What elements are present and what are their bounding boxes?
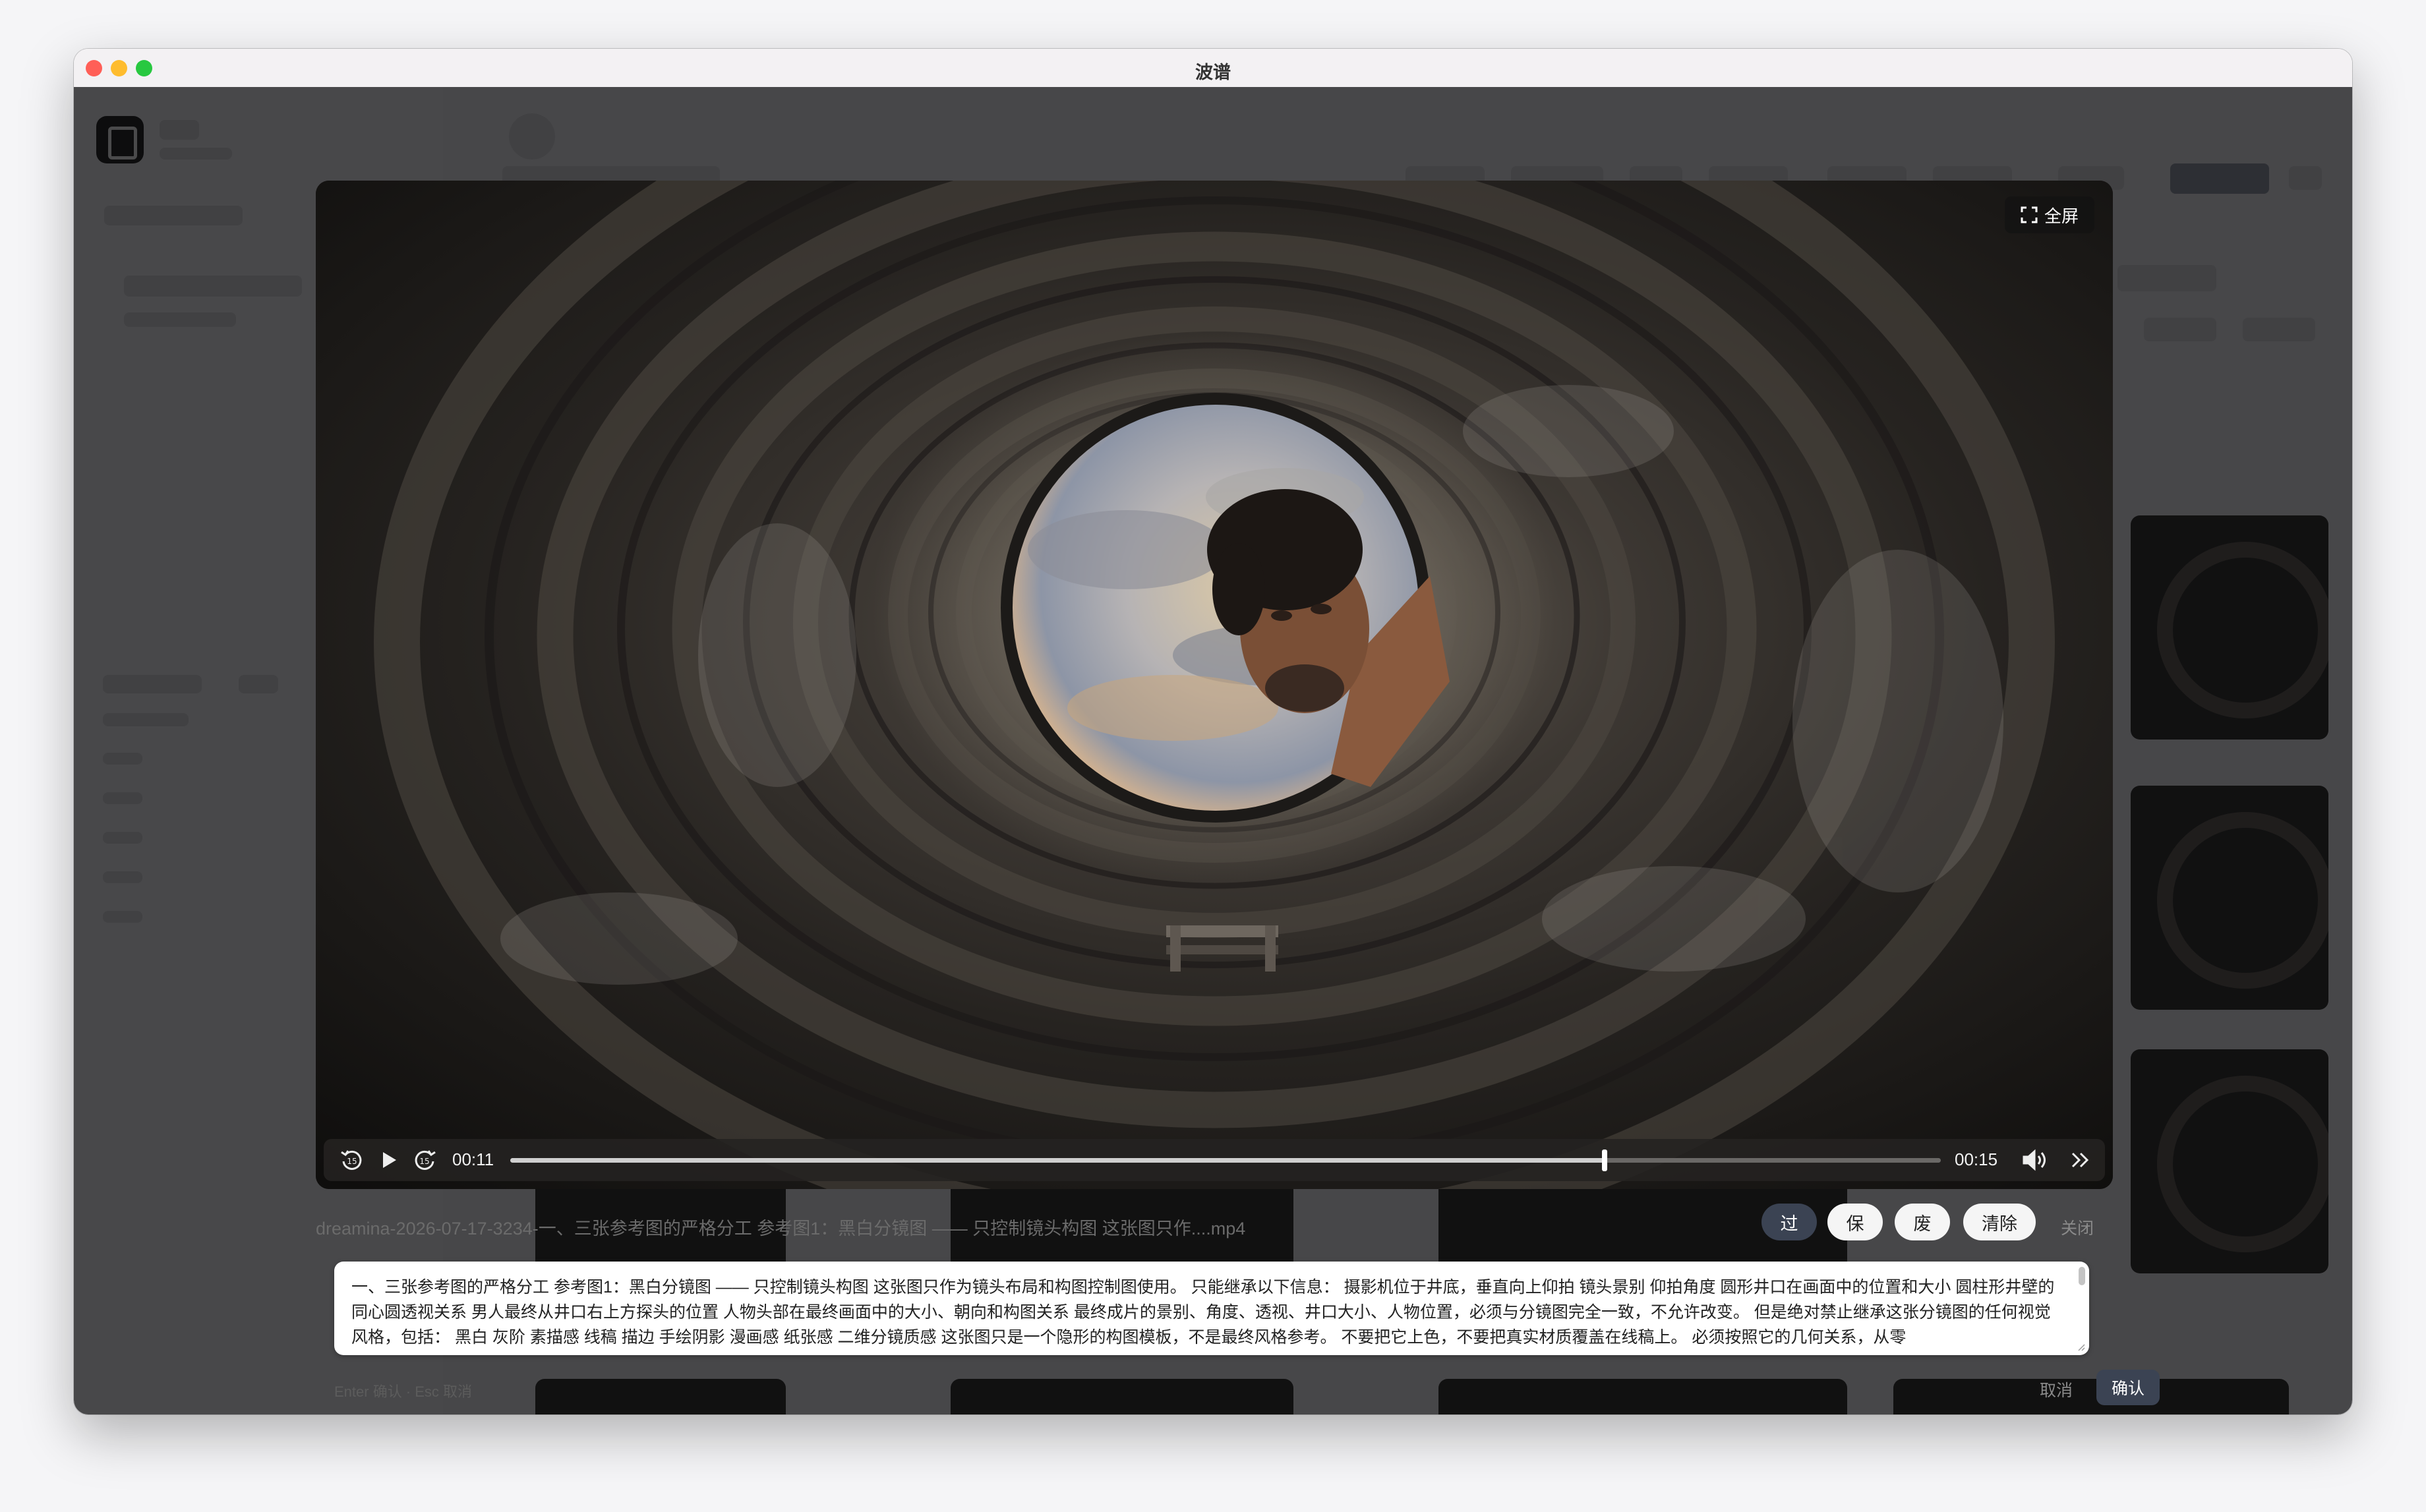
confirm-button[interactable]: 确认 [2096, 1370, 2160, 1405]
fullscreen-label: 全屏 [2044, 206, 2079, 226]
progress-bar[interactable] [510, 1149, 1941, 1171]
prompt-text: 一、三张参考图的严格分工 参考图1：黑白分镜图 —— 只控制镜头构图 这张图只作… [351, 1278, 2055, 1347]
svg-text:15: 15 [347, 1157, 357, 1166]
discard-button[interactable]: 废 [1895, 1204, 1950, 1240]
volume-icon[interactable] [2020, 1147, 2052, 1173]
rewind-15-icon[interactable]: 15 [339, 1147, 365, 1173]
duration: 00:15 [1955, 1149, 1998, 1169]
more-controls-icon[interactable] [2067, 1147, 2094, 1173]
cancel-button[interactable]: 取消 [2040, 1378, 2073, 1401]
play-icon[interactable] [375, 1147, 401, 1173]
clear-button[interactable]: 清除 [1963, 1204, 2036, 1240]
title-bar: 波谱 [74, 49, 2352, 88]
video-player[interactable]: 全屏 15 15 00:11 00:15 [316, 181, 2113, 1189]
window-title: 波谱 [1195, 63, 1231, 82]
keyboard-hint: Enter 确认 · Esc 取消 [334, 1383, 473, 1400]
progress-fill [510, 1158, 1605, 1163]
keep-button[interactable]: 保 [1827, 1204, 1883, 1240]
prompt-scrollbar[interactable] [2079, 1267, 2085, 1285]
resize-handle-icon[interactable] [2076, 1342, 2085, 1351]
progress-handle[interactable] [1602, 1149, 1608, 1171]
file-name: dreamina-2026-07-17-3234-一、三张参考图的严格分工 参考… [316, 1219, 1246, 1238]
fullscreen-icon [2021, 206, 2038, 223]
player-controls: 15 15 00:11 00:15 [324, 1139, 2105, 1181]
app-window: 波谱 全屏 15 15 00:11 00:15 dreamina-2026-07… [74, 49, 2352, 1414]
close-button[interactable]: 关闭 [2061, 1215, 2094, 1239]
prompt-textarea[interactable]: 一、三张参考图的严格分工 参考图1：黑白分镜图 —— 只控制镜头构图 这张图只作… [334, 1262, 2089, 1355]
forward-15-icon[interactable]: 15 [411, 1147, 438, 1173]
fullscreen-button[interactable]: 全屏 [2004, 196, 2094, 233]
video-frame [316, 181, 2113, 1189]
svg-text:15: 15 [419, 1157, 429, 1166]
current-time: 00:11 [452, 1149, 494, 1169]
pass-button[interactable]: 过 [1761, 1204, 1817, 1240]
